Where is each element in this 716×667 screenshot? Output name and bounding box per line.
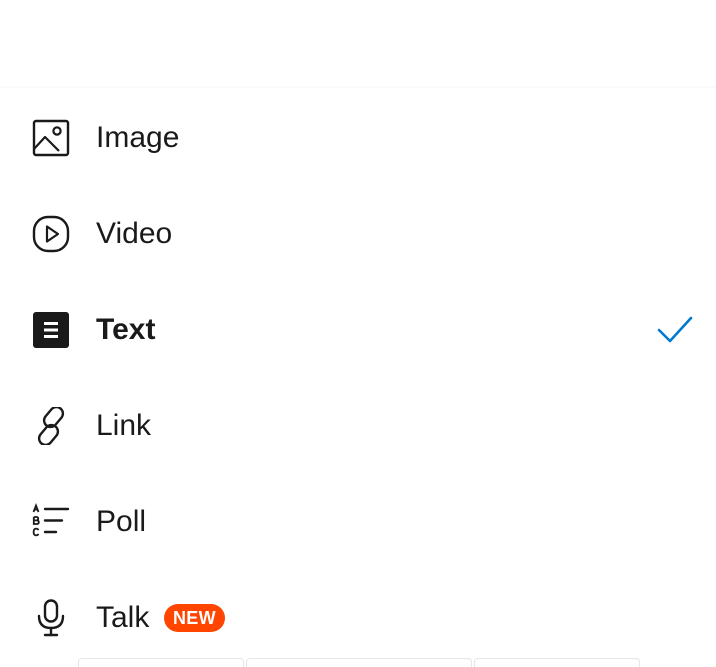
menu-item-label: Video [96, 217, 173, 250]
bottom-card [246, 658, 472, 667]
menu-item-label: Poll [96, 505, 147, 538]
text-icon [32, 311, 70, 349]
bottom-card [474, 658, 640, 667]
menu-item-label: Talk [96, 601, 150, 634]
bottom-card [78, 658, 244, 667]
menu-item-image[interactable]: Image [0, 90, 716, 186]
menu-item-link[interactable]: Link [0, 378, 716, 474]
menu-item-label: Link [96, 409, 152, 442]
link-icon [32, 407, 70, 445]
image-icon [32, 119, 70, 157]
post-type-sheet: Image Video Text Link Poll Talk NEW [0, 88, 716, 664]
top-area [0, 0, 716, 88]
poll-icon [32, 503, 70, 541]
new-badge: NEW [164, 604, 225, 632]
menu-item-poll[interactable]: Poll [0, 474, 716, 570]
microphone-icon [32, 599, 70, 637]
menu-item-video[interactable]: Video [0, 186, 716, 282]
menu-item-label: Image [96, 121, 180, 154]
video-icon [32, 215, 70, 253]
menu-item-label: Text [96, 313, 156, 346]
menu-item-talk[interactable]: Talk NEW [0, 570, 716, 666]
menu-item-text[interactable]: Text [0, 282, 716, 378]
checkmark-icon [656, 311, 694, 349]
